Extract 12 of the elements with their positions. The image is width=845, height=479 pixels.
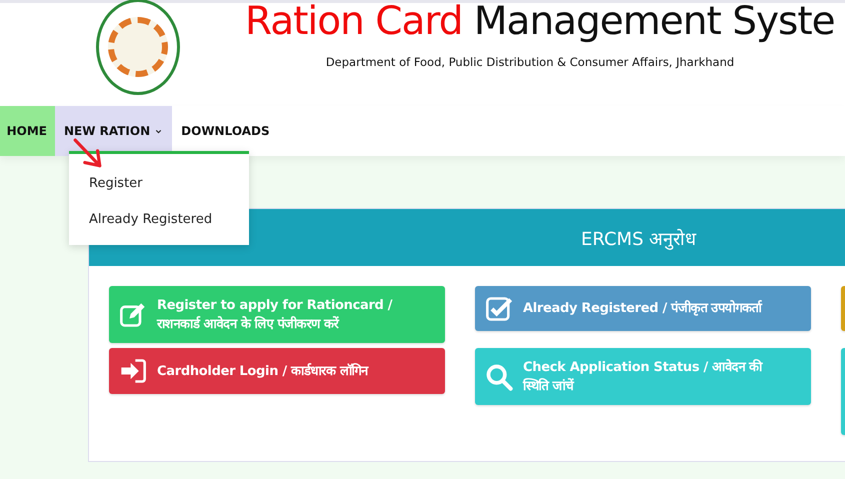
checkbox-icon <box>485 294 513 322</box>
search-icon <box>485 362 513 390</box>
nav-link[interactable]: NEW RATION <box>55 106 172 156</box>
nav-link[interactable]: HOME <box>0 106 55 156</box>
login-icon <box>119 357 147 385</box>
nav-link[interactable]: DOWNLOADS <box>172 106 279 156</box>
edit-icon <box>119 300 147 328</box>
action-button[interactable]: Cardholder Login / कार्डधारक लॉगिन <box>109 348 445 394</box>
arrow-annotation <box>72 138 104 170</box>
dropdown-item[interactable]: Register <box>69 166 249 202</box>
site-title: Ration Card Management Syste <box>245 1 836 43</box>
department-subtitle: Department of Food, Public Distribution & Consumer Affairs, Jharkhand <box>326 55 734 69</box>
